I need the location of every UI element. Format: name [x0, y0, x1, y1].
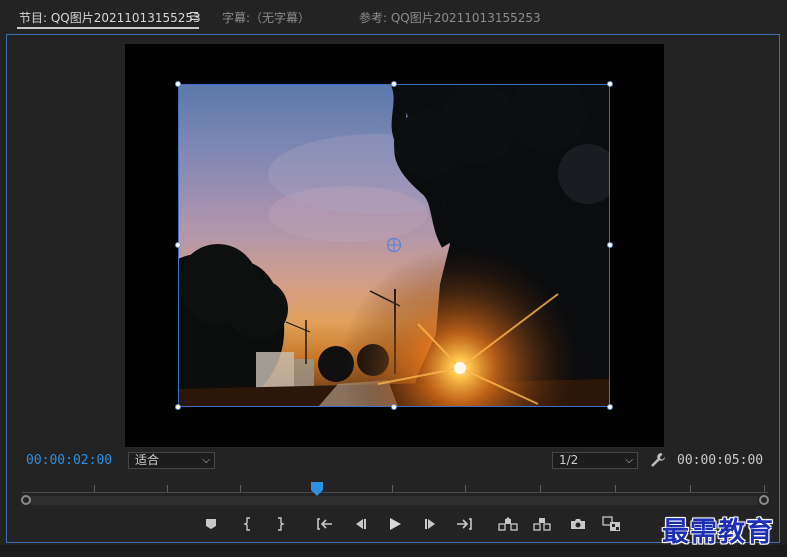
transform-handle-bottom-left[interactable]: [175, 404, 181, 410]
ruler-tick: [690, 485, 691, 492]
ruler-tick: [615, 485, 616, 492]
go-to-in-icon: [317, 518, 332, 530]
hamburger-menu-icon[interactable]: ☰: [189, 10, 199, 23]
time-ruler[interactable]: [22, 478, 768, 494]
add-marker-icon: [206, 519, 216, 529]
anchor-point-icon[interactable]: [386, 237, 402, 253]
ruler-tick: [392, 485, 393, 492]
playback-resolution-select[interactable]: 1/2 ⌵: [552, 452, 638, 469]
ruler-tick: [240, 485, 241, 492]
transform-handle-top[interactable]: [391, 81, 397, 87]
step-forward-icon: [425, 519, 435, 529]
export-frame-icon: [571, 519, 585, 529]
step-back-icon: [356, 519, 366, 529]
tab-captions[interactable]: 字幕:（无字幕）: [222, 9, 310, 26]
lift-icon: [498, 517, 518, 531]
zoom-scroll-handle-right[interactable]: [759, 495, 769, 505]
duration-timecode: 00:00:05:00: [677, 453, 764, 468]
transform-handle-top-left[interactable]: [175, 81, 181, 87]
transform-handle-bottom[interactable]: [391, 404, 397, 410]
transform-handle-left[interactable]: [175, 242, 181, 248]
add-marker-button[interactable]: [200, 512, 222, 536]
program-monitor-panel: 节目: QQ图片20211013155253 ☰ 字幕:（无字幕） 参考: QQ…: [0, 0, 787, 557]
export-frame-button[interactable]: [567, 512, 589, 536]
mark-in-icon: [243, 517, 250, 531]
mark-in-button[interactable]: [237, 512, 259, 536]
current-timecode[interactable]: 00:00:02:00: [26, 453, 112, 468]
mark-out-button[interactable]: [269, 512, 291, 536]
watermark-logo: 最需教育: [662, 517, 774, 548]
go-to-in-button[interactable]: [314, 512, 336, 536]
ruler-tick: [764, 485, 765, 492]
active-tab-indicator: [17, 27, 199, 29]
compare-view-button[interactable]: [601, 512, 623, 536]
playhead-marker[interactable]: [310, 481, 323, 496]
extract-icon: [533, 518, 551, 531]
ruler-baseline: [22, 492, 768, 493]
mark-out-icon: [278, 517, 285, 531]
step-back-button[interactable]: [349, 512, 371, 536]
ruler-tick: [94, 485, 95, 492]
zoom-level-value: 适合: [135, 453, 160, 467]
ruler-tick: [465, 485, 466, 492]
compare-view-icon: [602, 516, 620, 531]
chevron-down-icon: ⌵: [625, 455, 633, 466]
lift-button[interactable]: [497, 512, 519, 536]
play-button[interactable]: [384, 512, 406, 536]
bottom-panel-edge: [0, 545, 787, 557]
tab-reference[interactable]: 参考: QQ图片20211013155253: [359, 9, 541, 26]
ruler-tick: [167, 485, 168, 492]
transform-handle-top-right[interactable]: [607, 81, 613, 87]
panel-tab-bar: 节目: QQ图片20211013155253 ☰ 字幕:（无字幕） 参考: QQ…: [0, 0, 787, 34]
transform-handle-right[interactable]: [607, 242, 613, 248]
transform-handle-bottom-right[interactable]: [607, 404, 613, 410]
go-to-out-icon: [457, 518, 472, 530]
zoom-scroll-handle-left[interactable]: [21, 495, 31, 505]
chevron-down-icon: ⌵: [202, 455, 210, 466]
zoom-scrollbar-track[interactable]: [30, 496, 758, 505]
zoom-level-select[interactable]: 适合 ⌵: [128, 452, 215, 469]
ruler-tick: [540, 485, 541, 492]
go-to-out-button[interactable]: [453, 512, 475, 536]
step-forward-button[interactable]: [420, 512, 442, 536]
play-icon: [390, 518, 401, 530]
wrench-settings-icon[interactable]: [650, 452, 666, 468]
tab-program[interactable]: 节目: QQ图片20211013155253: [19, 9, 201, 26]
playback-resolution-value: 1/2: [559, 453, 579, 467]
extract-button[interactable]: [531, 512, 553, 536]
